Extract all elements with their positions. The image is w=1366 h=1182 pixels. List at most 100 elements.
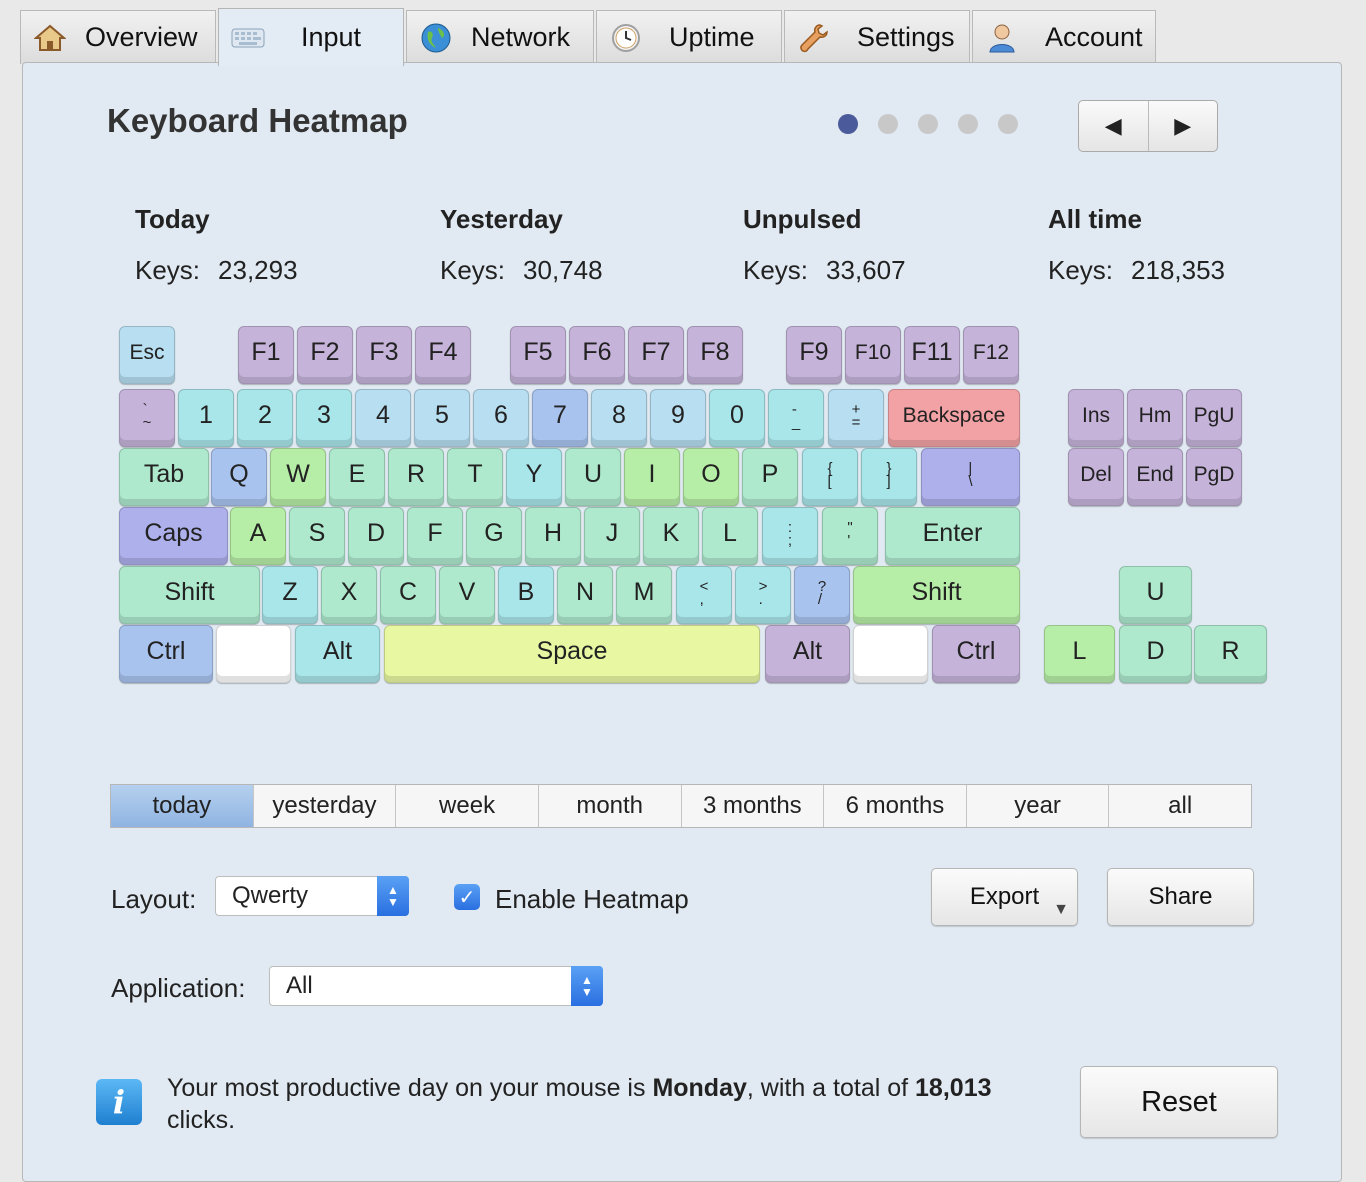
key[interactable]: End	[1127, 448, 1183, 506]
key[interactable]: >.	[735, 566, 791, 624]
key[interactable]: D	[348, 507, 404, 565]
key[interactable]: <,	[676, 566, 732, 624]
key[interactable]: F7	[628, 326, 684, 384]
key[interactable]: A	[230, 507, 286, 565]
key[interactable]: 2	[237, 389, 293, 447]
key[interactable]: 5	[414, 389, 470, 447]
key[interactable]: D	[1119, 625, 1192, 683]
tab-overview[interactable]: Overview	[20, 10, 216, 64]
key[interactable]: Space	[384, 625, 760, 683]
key[interactable]: F	[407, 507, 463, 565]
key[interactable]: F1	[238, 326, 294, 384]
key[interactable]: G	[466, 507, 522, 565]
key[interactable]: Z	[262, 566, 318, 624]
key[interactable]: S	[289, 507, 345, 565]
key[interactable]: E	[329, 448, 385, 506]
export-button[interactable]: Export ▼	[931, 868, 1078, 926]
key[interactable]: T	[447, 448, 503, 506]
key[interactable]: {[	[802, 448, 858, 506]
key[interactable]: N	[557, 566, 613, 624]
key[interactable]: P	[742, 448, 798, 506]
tab-settings[interactable]: Settings	[784, 10, 970, 64]
key[interactable]: Y	[506, 448, 562, 506]
key[interactable]: Tab	[119, 448, 209, 506]
key[interactable]: PgU	[1186, 389, 1242, 447]
key[interactable]: 6	[473, 389, 529, 447]
key[interactable]	[216, 625, 291, 683]
enable-heatmap-checkbox[interactable]: ✓	[454, 884, 480, 910]
key[interactable]: Ctrl	[932, 625, 1020, 683]
enable-heatmap-label[interactable]: Enable Heatmap	[495, 884, 689, 915]
key[interactable]: 9	[650, 389, 706, 447]
key[interactable]: J	[584, 507, 640, 565]
key[interactable]: Hm	[1127, 389, 1183, 447]
range-option[interactable]: all	[1109, 785, 1251, 827]
key[interactable]: O	[683, 448, 739, 506]
key[interactable]: X	[321, 566, 377, 624]
page-dot[interactable]	[918, 114, 938, 134]
key[interactable]: F9	[786, 326, 842, 384]
tab-account[interactable]: Account	[972, 10, 1156, 64]
range-option[interactable]: 3 months	[682, 785, 825, 827]
key[interactable]: " '	[822, 507, 878, 565]
key[interactable]: :;	[762, 507, 818, 565]
key[interactable]: L	[702, 507, 758, 565]
reset-button[interactable]: Reset	[1080, 1066, 1278, 1138]
key[interactable]: - _	[768, 389, 824, 447]
key[interactable]	[853, 625, 928, 683]
key[interactable]: 8	[591, 389, 647, 447]
key[interactable]: F12	[963, 326, 1019, 384]
key[interactable]: L	[1044, 625, 1115, 683]
key[interactable]: B	[498, 566, 554, 624]
key[interactable]: Esc	[119, 326, 175, 384]
key[interactable]: PgD	[1186, 448, 1242, 506]
key[interactable]: Q	[211, 448, 267, 506]
page-dot[interactable]	[838, 114, 858, 134]
range-option[interactable]: week	[396, 785, 539, 827]
key[interactable]: F2	[297, 326, 353, 384]
key[interactable]: V	[439, 566, 495, 624]
range-option[interactable]: year	[967, 785, 1110, 827]
key[interactable]: K	[643, 507, 699, 565]
key[interactable]: F4	[415, 326, 471, 384]
application-select[interactable]: All ▲ ▼	[269, 966, 603, 1006]
range-option[interactable]: month	[539, 785, 682, 827]
key[interactable]: }]	[861, 448, 917, 506]
key[interactable]: C	[380, 566, 436, 624]
tab-input[interactable]: Input	[218, 8, 404, 66]
key[interactable]: Del	[1068, 448, 1124, 506]
key[interactable]: | \	[921, 448, 1020, 506]
key[interactable]: ` ~	[119, 389, 175, 447]
key[interactable]: 4	[355, 389, 411, 447]
key[interactable]: Ins	[1068, 389, 1124, 447]
key[interactable]: I	[624, 448, 680, 506]
key[interactable]: F6	[569, 326, 625, 384]
key[interactable]: 3	[296, 389, 352, 447]
key[interactable]: Backspace	[888, 389, 1020, 447]
key[interactable]: R	[388, 448, 444, 506]
key[interactable]: F5	[510, 326, 566, 384]
key[interactable]: R	[1194, 625, 1267, 683]
key[interactable]: ? /	[794, 566, 850, 624]
key[interactable]: M	[616, 566, 672, 624]
prev-page-button[interactable]: ◀	[1079, 101, 1149, 151]
key[interactable]: U	[565, 448, 621, 506]
key[interactable]: W	[270, 448, 326, 506]
key[interactable]: 0	[709, 389, 765, 447]
key[interactable]: F11	[904, 326, 960, 384]
key[interactable]: H	[525, 507, 581, 565]
key[interactable]: U	[1119, 566, 1192, 624]
key[interactable]: Alt	[295, 625, 380, 683]
range-option[interactable]: today	[111, 785, 254, 827]
tab-network[interactable]: Network	[406, 10, 594, 64]
key[interactable]: Caps	[119, 507, 228, 565]
page-dot[interactable]	[878, 114, 898, 134]
key[interactable]: 7	[532, 389, 588, 447]
key[interactable]: F3	[356, 326, 412, 384]
share-button[interactable]: Share	[1107, 868, 1254, 926]
range-option[interactable]: 6 months	[824, 785, 967, 827]
page-dot[interactable]	[958, 114, 978, 134]
next-page-button[interactable]: ▶	[1149, 101, 1218, 151]
page-dot[interactable]	[998, 114, 1018, 134]
key[interactable]: Enter	[885, 507, 1020, 565]
